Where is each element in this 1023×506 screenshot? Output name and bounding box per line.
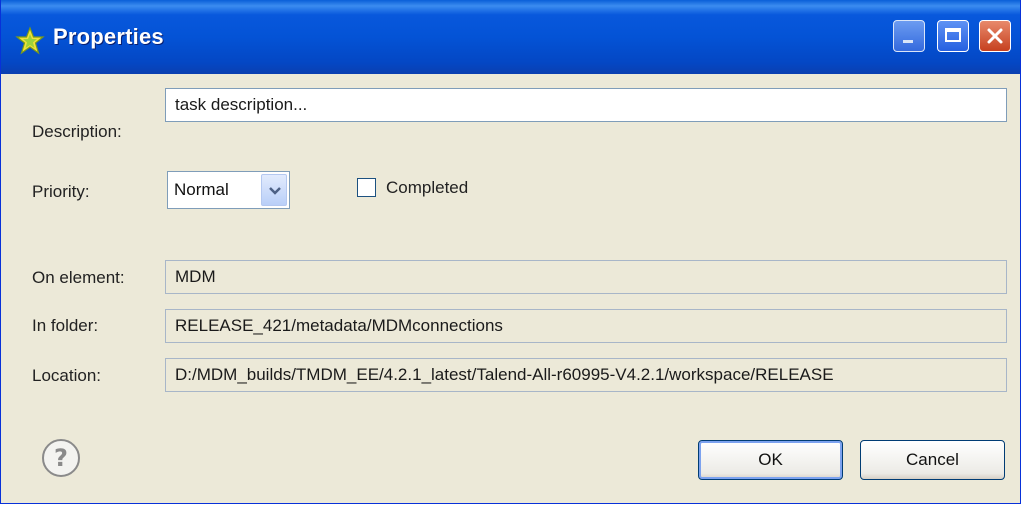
svg-text:?: ? — [54, 444, 68, 472]
minimize-icon — [903, 40, 913, 43]
in-folder-field: RELEASE_421/metadata/MDMconnections — [165, 309, 1007, 343]
title-bar[interactable]: Properties — [1, 0, 1020, 74]
in-folder-label: In folder: — [32, 316, 99, 335]
location-field: D:/MDM_builds/TMDM_EE/4.2.1_latest/Talen… — [165, 358, 1007, 392]
star-icon — [15, 26, 45, 55]
priority-select[interactable]: Normal — [167, 171, 290, 209]
chevron-down-icon — [269, 187, 281, 195]
location-label: Location: — [32, 366, 101, 385]
priority-dropdown-button[interactable] — [261, 174, 287, 206]
ok-button[interactable]: OK — [698, 440, 843, 480]
priority-select-value: Normal — [174, 180, 229, 199]
on-element-label: On element: — [32, 268, 125, 287]
priority-label: Priority: — [32, 182, 90, 201]
close-button[interactable] — [979, 20, 1011, 52]
maximize-icon — [945, 28, 961, 42]
description-field[interactable]: task description... — [165, 88, 1007, 122]
on-element-field: MDM — [165, 260, 1007, 294]
maximize-button[interactable] — [937, 20, 969, 52]
completed-label[interactable]: Completed — [386, 178, 468, 198]
description-label: Description: — [32, 122, 122, 141]
window-title: Properties — [53, 24, 164, 49]
close-icon — [987, 28, 1003, 44]
properties-dialog: Properties Description: task description… — [0, 0, 1021, 504]
cancel-button[interactable]: Cancel — [860, 440, 1005, 480]
completed-checkbox[interactable] — [357, 178, 376, 197]
minimize-button[interactable] — [893, 20, 925, 52]
help-icon[interactable]: ? — [41, 438, 81, 478]
